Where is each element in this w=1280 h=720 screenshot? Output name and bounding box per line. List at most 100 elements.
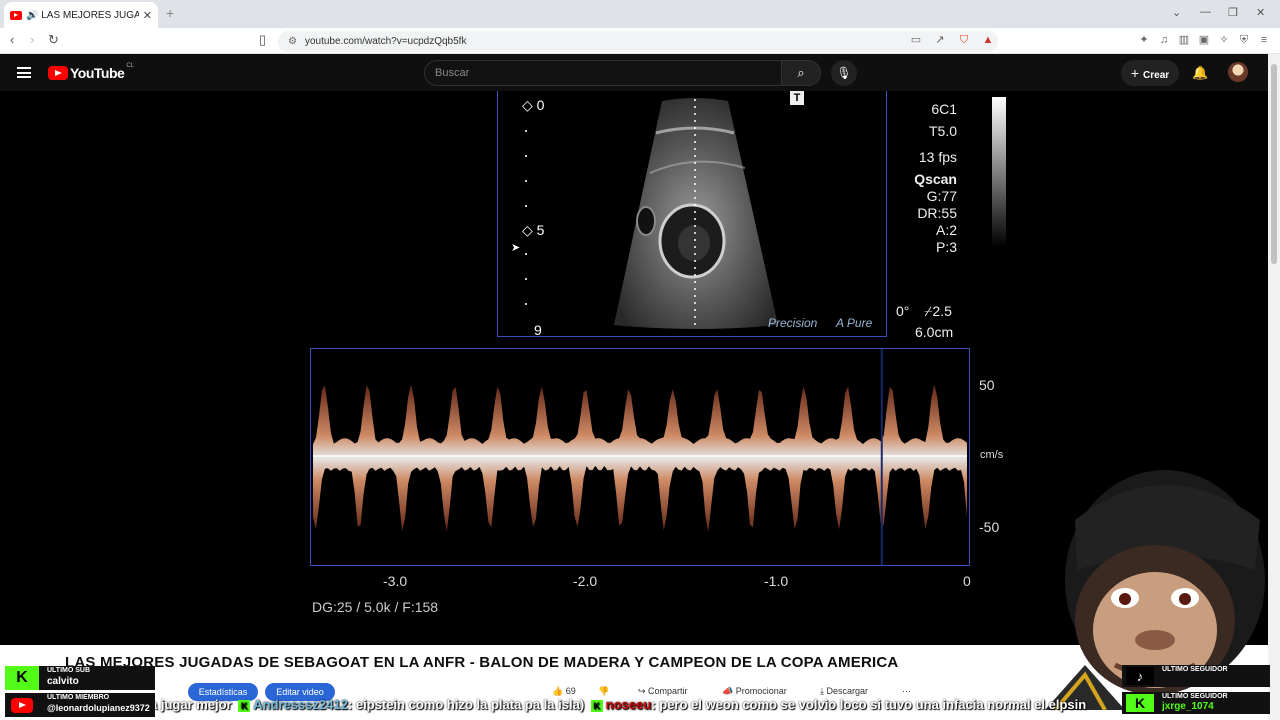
rewards-icon[interactable]: ▲ [982,34,994,46]
youtube-wordmark: YouTube [70,65,125,81]
main-menu-icon[interactable]: ≡ [1258,34,1270,46]
new-tab-button[interactable]: + [166,5,174,21]
info-line: 6C1 [931,101,957,117]
velocity-tick: 50 [979,377,995,393]
ticker-username: Andresssz2412 [253,697,348,712]
last-follower-kick-alert: K ULTIMO SEGUIDOR jxrge_1074 [1122,692,1270,714]
brand-precision: Precision [768,316,818,330]
cast-icon[interactable]: ▭ [910,34,922,46]
search-icon: ⌕ [797,65,805,80]
depth-dot [525,253,527,255]
ticker-text: a jugar mejor [150,697,232,712]
ticker-username: noseeu [605,697,652,712]
chat-ticker: a jugar mejor K Andresssz2412: eipstein c… [150,696,1130,716]
alert-label: ULTIMO MIEMBRO [47,694,110,701]
kick-logo-icon: K [5,666,39,690]
focus-readout: ⌿2.5 [924,303,952,319]
alert-value: calvito [47,676,79,687]
kick-logo-icon: K [1126,694,1154,712]
depth-dot [525,155,527,157]
account-avatar[interactable] [1228,62,1248,82]
create-button[interactable]: + Crear [1121,60,1179,86]
doppler-settings: DG:25 / 5.0k / F:158 [312,599,439,615]
depth-label-0: ◇ 0 [522,97,545,113]
info-line: Qscan [914,171,957,187]
tab-list-chevron-icon[interactable]: ⌄ [1172,6,1181,19]
sidebar-icon[interactable]: ▥ [1178,34,1190,46]
vpn-icon[interactable]: ⛨ [1238,34,1250,46]
voice-search-button[interactable]: 🎙 [831,60,857,86]
country-code: CL [126,63,134,69]
time-tick: -1.0 [764,573,789,589]
depth-readout: 6.0cm [915,324,954,340]
kick-icon: K [590,699,603,712]
address-bar[interactable]: ⚙ youtube.com/watch?v=ucpdzQqb5fk [278,31,998,52]
last-follower-tiktok-alert: ♪ ULTIMO SEGUIDOR [1122,665,1270,687]
share-label: Compartir [648,686,688,696]
scrollbar-thumb[interactable] [1271,64,1277,264]
depth-dot [525,180,527,182]
depth-dot [525,303,527,305]
tab-title: 🔊 LAS MEJORES JUGADA [26,9,139,21]
leo-ai-icon[interactable]: ✧ [1218,34,1230,46]
depth-dot [525,130,527,132]
time-tick: 0 [963,573,971,589]
extensions-icon[interactable]: ✦ [1138,34,1150,46]
grayscale-bar [992,97,1006,247]
youtube-play-icon [48,66,68,80]
youtube-header: YouTube CL Buscar ⌕ 🎙 + Crear 🔔 [0,54,1280,91]
angle-readout: 0° [896,303,910,319]
notifications-bell-icon[interactable]: 🔔 [1192,65,1208,81]
more-actions-button[interactable]: ··· [902,686,911,696]
ticker-message: : pero el weon como se volvio loco si tu… [651,697,1087,712]
brave-shield-icon[interactable]: ⛉ [958,34,970,46]
back-icon[interactable]: ‹ [10,32,14,47]
scanner-info: 6C1 T5.0 13 fps Qscan G:77 DR:55 A:2 P:3 [900,101,957,256]
depth-dot [525,278,527,280]
minimize-window-icon[interactable]: — [1200,6,1211,18]
focus-marker-icon: ➤ [511,242,521,254]
site-info-icon[interactable]: ⚙ [288,36,297,47]
youtube-favicon-icon [10,10,22,20]
youtube-logo[interactable]: YouTube CL [48,63,134,81]
bookmark-icon[interactable]: ▯ [259,32,266,48]
plus-icon: + [1130,65,1140,81]
ultrasound-sector-image [614,98,778,329]
probe-marker: T [790,91,804,105]
alert-label: ULTIMO SEGUIDOR [1162,693,1228,700]
promote-label: Promocionar [735,686,787,696]
tab-close-icon[interactable]: ✕ [143,9,152,22]
share-page-icon[interactable]: ↗ [934,34,946,46]
info-line: A:2 [935,222,957,238]
brand-pure: A Pure [836,316,873,330]
forward-icon[interactable]: › [30,32,34,47]
close-window-icon[interactable]: ✕ [1256,6,1265,19]
video-title: LAS MEJORES JUGADAS DE SEBAGOAT EN LA AN… [65,654,899,671]
browser-toolbar: ‹ › ↻ ▯ ⚙ youtube.com/watch?v=ucpdzQqb5f… [0,28,1280,54]
info-line: P:3 [935,239,957,255]
alert-label: ULTIMO SEGUIDOR [1162,666,1228,673]
info-line: DR:55 [917,205,957,221]
kick-icon: K [238,699,251,712]
hamburger-menu-icon[interactable] [17,67,31,78]
alert-label: ULTIMO SUB [47,667,91,674]
browser-tab[interactable]: 🔊 LAS MEJORES JUGADA ✕ [4,2,158,28]
search-button[interactable]: ⌕ [781,60,821,86]
depth-dot [525,205,527,207]
download-label: Descargar [826,686,868,696]
search-input[interactable]: Buscar [424,60,782,86]
info-line: G:77 [926,188,957,204]
wallet-icon[interactable]: ▣ [1198,34,1210,46]
last-member-alert: ULTIMO MIEMBRO @leonardolupianez9372 [5,693,155,717]
info-line: 13 fps [918,149,957,165]
doppler-spectrum [310,348,970,566]
url-text: youtube.com/watch?v=ucpdzQqb5fk [304,36,467,47]
reload-icon[interactable]: ↻ [48,32,59,48]
browser-tab-bar: 🔊 LAS MEJORES JUGADA ✕ + ⌄ — ❐ ✕ [0,0,1280,28]
velocity-tick: -50 [979,519,1000,535]
restore-window-icon[interactable]: ❐ [1228,6,1238,19]
ticker-message: : eipstein como hizo la plata pa la isla… [347,697,585,712]
media-icon[interactable]: ♫ [1158,34,1170,46]
create-label: Crear [1143,70,1170,81]
like-count: 69 [565,686,576,696]
